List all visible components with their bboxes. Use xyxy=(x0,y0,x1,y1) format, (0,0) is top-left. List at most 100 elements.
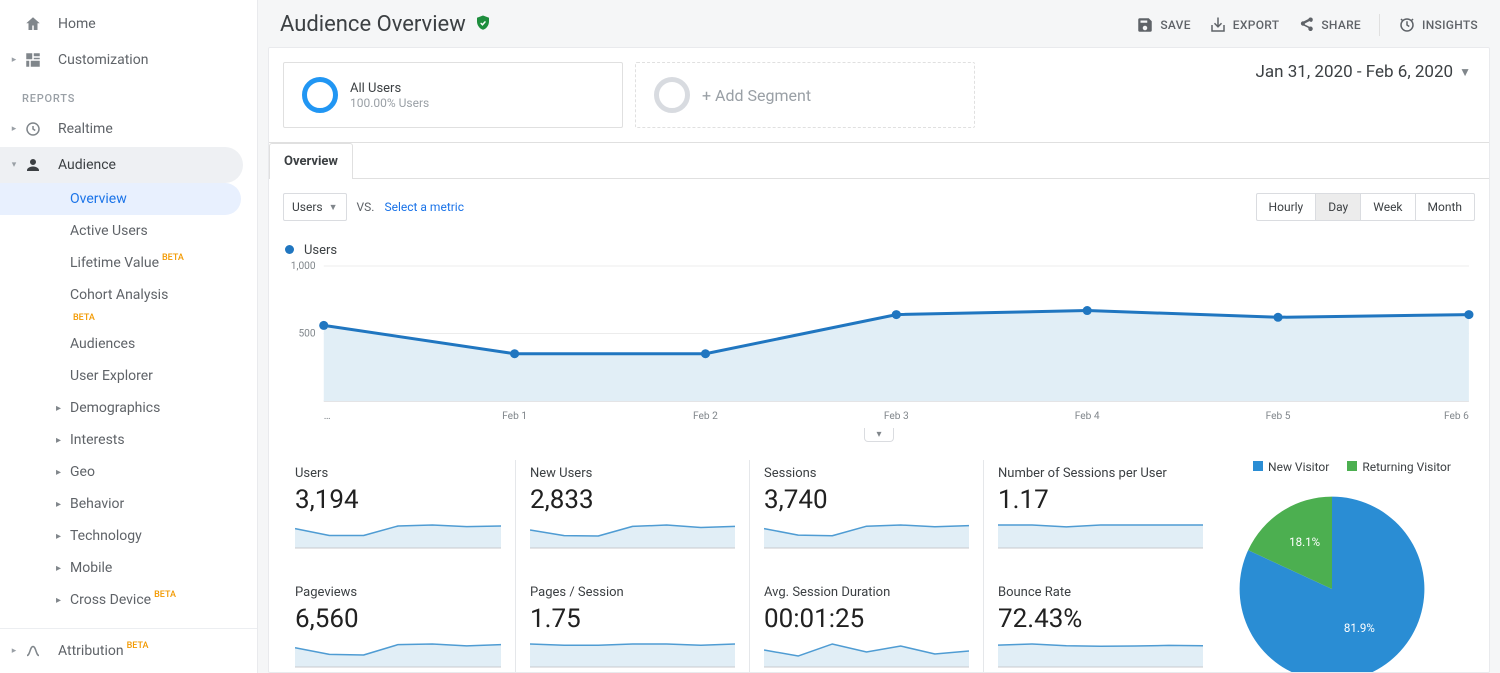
share-icon xyxy=(1297,16,1315,34)
metric-sparkline xyxy=(530,521,735,549)
metric-value: 00:01:25 xyxy=(764,604,969,634)
sidebar-subitem-label: Interests xyxy=(70,432,125,448)
metric-card-sessions[interactable]: Sessions 3,740 xyxy=(749,460,983,579)
sidebar-item-home[interactable]: ▸Home xyxy=(0,6,257,42)
content-card: All Users 100.00% Users + Add Segment Ja… xyxy=(268,47,1490,673)
svg-text:500: 500 xyxy=(298,329,315,340)
pie-legend-item: Returning Visitor xyxy=(1347,460,1451,474)
home-icon xyxy=(22,13,44,35)
metric-card-number-of-sessions-per-user[interactable]: Number of Sessions per User 1.17 xyxy=(983,460,1217,579)
insights-icon xyxy=(1398,16,1416,34)
sidebar-subitem-label: Mobile xyxy=(70,560,112,576)
sidebar-subitem-mobile[interactable]: Mobile xyxy=(0,552,257,584)
legend-dot-icon xyxy=(285,245,294,254)
chart-legend-label: Users xyxy=(304,243,337,258)
granularity-month[interactable]: Month xyxy=(1415,194,1474,220)
person-icon xyxy=(22,154,44,176)
metric-value: 3,740 xyxy=(764,485,969,515)
collapse-chart-button[interactable]: ▾ xyxy=(864,428,894,442)
granularity-day[interactable]: Day xyxy=(1315,194,1360,220)
sidebar-subitem-geo[interactable]: Geo xyxy=(0,456,257,488)
sidebar-subitem-user-explorer[interactable]: User Explorer xyxy=(0,360,257,392)
sidebar-subitem-lifetime-value[interactable]: Lifetime ValueBETA xyxy=(0,247,257,279)
sidebar-subitem-behavior[interactable]: Behavior xyxy=(0,488,257,520)
export-icon xyxy=(1209,16,1227,34)
metric-sparkline xyxy=(764,521,969,549)
metric-sparkline xyxy=(998,521,1203,549)
insights-button[interactable]: INSIGHTS xyxy=(1398,16,1478,34)
sidebar-subitem-cohort-analysis[interactable]: Cohort Analysis xyxy=(0,279,257,311)
metric-label: Pages / Session xyxy=(530,585,735,600)
sidebar-item-attribution[interactable]: ▸ Attribution BETA xyxy=(0,633,257,669)
svg-text:81.9%: 81.9% xyxy=(1344,621,1375,635)
metric-label: Sessions xyxy=(764,466,969,481)
metric-sparkline xyxy=(530,640,735,668)
svg-text:Feb 1: Feb 1 xyxy=(502,411,527,422)
metric-label: New Users xyxy=(530,466,735,481)
metric-card-pageviews[interactable]: Pageviews6,560 xyxy=(281,579,515,673)
chevron-down-icon: ▼ xyxy=(329,202,338,213)
add-segment-button[interactable]: + Add Segment xyxy=(635,62,975,128)
sidebar-subitem-label: Lifetime Value xyxy=(70,255,159,271)
svg-text:Feb 4: Feb 4 xyxy=(1075,411,1100,422)
sidebar-subitem-label: Demographics xyxy=(70,400,160,416)
segment-title: All Users xyxy=(350,81,429,96)
metric-label: Bounce Rate xyxy=(998,585,1203,600)
metric-sparkline xyxy=(295,640,501,668)
save-button[interactable]: SAVE xyxy=(1136,16,1190,34)
sidebar-item-label: Realtime xyxy=(58,121,113,137)
granularity-week[interactable]: Week xyxy=(1360,194,1414,220)
date-range-picker[interactable]: Jan 31, 2020 - Feb 6, 2020 ▼ xyxy=(1256,62,1471,82)
tabs: Overview xyxy=(269,142,1489,179)
select-metric-link[interactable]: Select a metric xyxy=(384,200,464,214)
sidebar-item-realtime[interactable]: ▸Realtime xyxy=(0,111,257,147)
verified-shield-icon xyxy=(474,14,492,36)
metric-card-pages-session[interactable]: Pages / Session 1.75 xyxy=(515,579,749,673)
metric-card-new-users[interactable]: New Users 2,833 xyxy=(515,460,749,579)
sidebar-item-customization[interactable]: ▸Customization xyxy=(0,42,257,78)
beta-badge: BETA xyxy=(154,590,176,600)
path-icon xyxy=(22,640,44,662)
segment-circle-icon xyxy=(302,77,338,113)
clock-icon xyxy=(22,118,44,140)
sidebar-item-audience[interactable]: ▾Audience xyxy=(0,147,243,183)
sidebar-subitem-label: Technology xyxy=(70,528,142,544)
export-button[interactable]: EXPORT xyxy=(1209,16,1280,34)
sidebar-subitem-active-users[interactable]: Active Users xyxy=(0,215,257,247)
metric-value: 2,833 xyxy=(530,485,735,515)
segment-all-users[interactable]: All Users 100.00% Users xyxy=(283,62,623,128)
sidebar-subitem-overview[interactable]: Overview xyxy=(0,183,241,215)
segment-subtitle: 100.00% Users xyxy=(350,96,429,110)
sidebar-subitem-cross-device[interactable]: Cross DeviceBETA xyxy=(0,584,257,616)
reports-header: REPORTS xyxy=(0,78,257,111)
sidebar-subitem-audiences[interactable]: Audiences xyxy=(0,328,257,360)
sidebar-subitem-technology[interactable]: Technology xyxy=(0,520,257,552)
svg-text:…: … xyxy=(324,411,331,422)
metric-label: Number of Sessions per User xyxy=(998,466,1203,481)
metric-value: 1.17 xyxy=(998,485,1203,515)
metric-value: 1.75 xyxy=(530,604,735,634)
svg-text:Feb 6: Feb 6 xyxy=(1444,411,1469,422)
pie-legend-item: New Visitor xyxy=(1253,460,1329,474)
share-button[interactable]: SHARE xyxy=(1297,16,1361,34)
sidebar-item-label: Customization xyxy=(58,52,148,68)
metric-card-users[interactable]: Users3,194 xyxy=(281,460,515,579)
metric-card-avg-session-duration[interactable]: Avg. Session Duration 00:01:25 xyxy=(749,579,983,673)
sidebar-subitem-demographics[interactable]: Demographics xyxy=(0,392,257,424)
main: Audience Overview SAVE EXPORT SHARE INSI… xyxy=(258,0,1500,673)
metric-sparkline xyxy=(295,521,501,549)
metric-label: Avg. Session Duration xyxy=(764,585,969,600)
add-segment-circle-icon xyxy=(654,77,690,113)
metric-card-bounce-rate[interactable]: Bounce Rate72.43% xyxy=(983,579,1217,673)
sidebar-subitem-label: Overview xyxy=(70,191,127,207)
beta-badge: BETA xyxy=(162,253,184,263)
beta-badge: BETA xyxy=(127,641,149,651)
sidebar-subitem-label: Active Users xyxy=(70,223,148,239)
beta-badge: BETA xyxy=(73,313,95,323)
tab-overview[interactable]: Overview xyxy=(269,143,353,179)
sidebar-item-label: Attribution xyxy=(58,643,124,659)
granularity-hourly[interactable]: Hourly xyxy=(1257,194,1316,220)
metric-selector[interactable]: Users ▼ xyxy=(283,193,347,221)
sidebar-subitem-interests[interactable]: Interests xyxy=(0,424,257,456)
metric-label: Users xyxy=(295,466,501,481)
